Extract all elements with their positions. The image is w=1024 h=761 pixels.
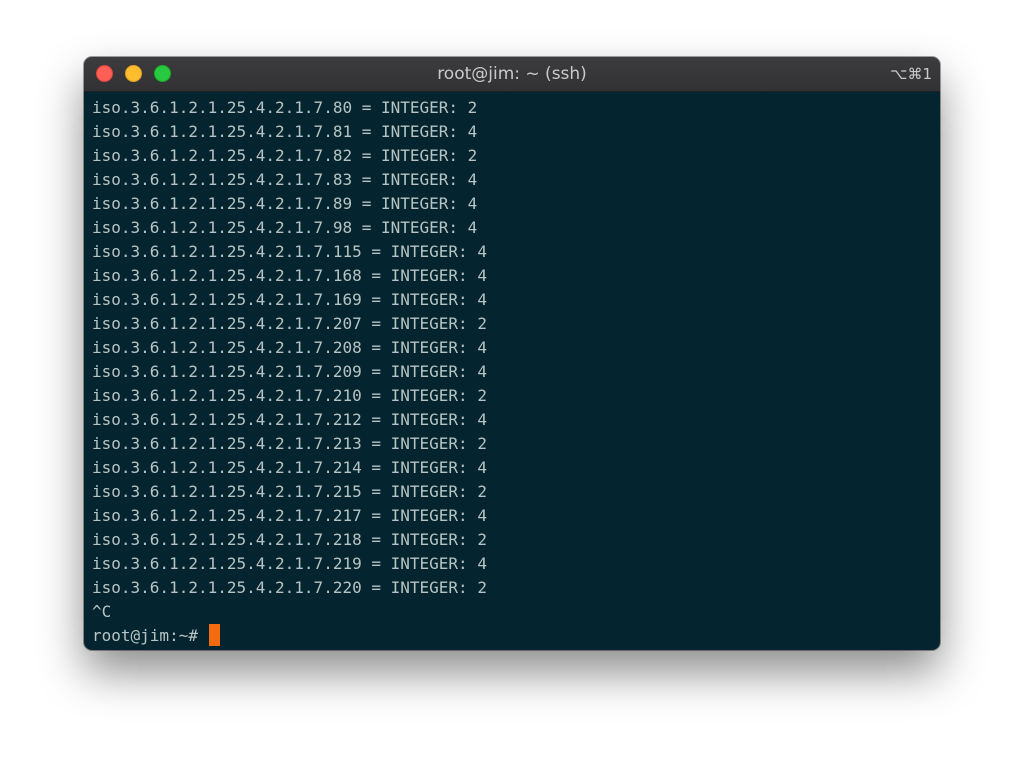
terminal-output[interactable]: iso.3.6.1.2.1.25.4.2.1.7.80 = INTEGER: 2… [84,92,940,650]
output-line: iso.3.6.1.2.1.25.4.2.1.7.83 = INTEGER: 4 [92,170,478,189]
output-line: iso.3.6.1.2.1.25.4.2.1.7.209 = INTEGER: … [92,362,487,381]
output-line: iso.3.6.1.2.1.25.4.2.1.7.218 = INTEGER: … [92,530,487,549]
output-line: iso.3.6.1.2.1.25.4.2.1.7.168 = INTEGER: … [92,266,487,285]
title-bar[interactable]: root@jim: ~ (ssh) ⌥⌘1 [84,57,940,92]
output-line: iso.3.6.1.2.1.25.4.2.1.7.81 = INTEGER: 4 [92,122,478,141]
output-line: iso.3.6.1.2.1.25.4.2.1.7.89 = INTEGER: 4 [92,194,478,213]
shell-prompt: root@jim:~# [92,626,208,645]
output-line: iso.3.6.1.2.1.25.4.2.1.7.217 = INTEGER: … [92,506,487,525]
output-line: iso.3.6.1.2.1.25.4.2.1.7.212 = INTEGER: … [92,410,487,429]
output-line: iso.3.6.1.2.1.25.4.2.1.7.208 = INTEGER: … [92,338,487,357]
output-line: iso.3.6.1.2.1.25.4.2.1.7.213 = INTEGER: … [92,434,487,453]
output-line: iso.3.6.1.2.1.25.4.2.1.7.207 = INTEGER: … [92,314,487,333]
output-line: iso.3.6.1.2.1.25.4.2.1.7.219 = INTEGER: … [92,554,487,573]
output-line: iso.3.6.1.2.1.25.4.2.1.7.214 = INTEGER: … [92,458,487,477]
output-line: iso.3.6.1.2.1.25.4.2.1.7.98 = INTEGER: 4 [92,218,478,237]
output-line: iso.3.6.1.2.1.25.4.2.1.7.220 = INTEGER: … [92,578,487,597]
window-shortcut-label: ⌥⌘1 [890,65,932,83]
prompt-line[interactable]: root@jim:~# [92,624,940,648]
text-cursor [208,624,220,646]
output-line: iso.3.6.1.2.1.25.4.2.1.7.169 = INTEGER: … [92,290,487,309]
output-line: iso.3.6.1.2.1.25.4.2.1.7.210 = INTEGER: … [92,386,487,405]
terminal-window: root@jim: ~ (ssh) ⌥⌘1 iso.3.6.1.2.1.25.4… [84,57,940,650]
output-line: ^C [92,602,112,621]
window-title: root@jim: ~ (ssh) [437,64,587,84]
output-line: iso.3.6.1.2.1.25.4.2.1.7.80 = INTEGER: 2 [92,98,478,117]
output-line: iso.3.6.1.2.1.25.4.2.1.7.215 = INTEGER: … [92,482,487,501]
output-line: iso.3.6.1.2.1.25.4.2.1.7.82 = INTEGER: 2 [92,146,478,165]
output-line: iso.3.6.1.2.1.25.4.2.1.7.115 = INTEGER: … [92,242,487,261]
